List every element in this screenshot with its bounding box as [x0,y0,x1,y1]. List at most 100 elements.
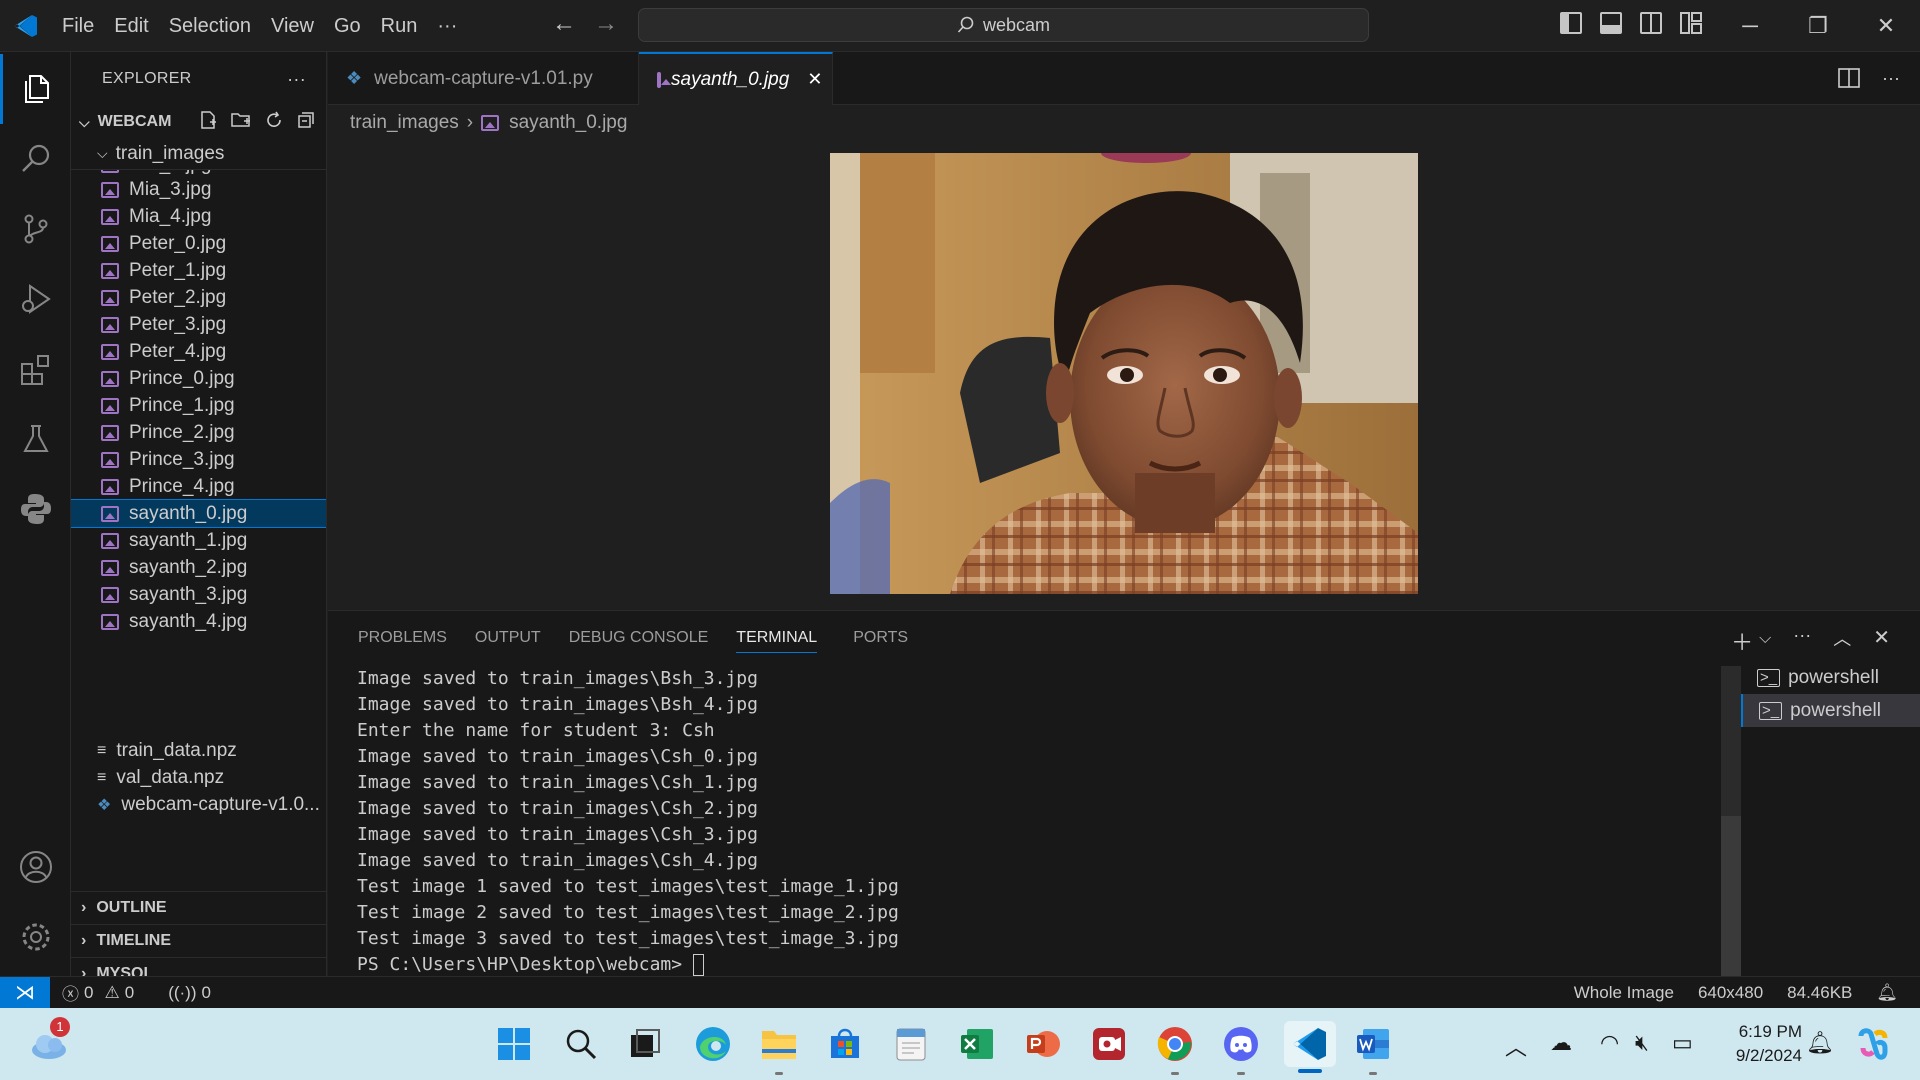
workspace-root[interactable]: ⌵ WEBCAM [71,106,326,138]
customize-layout-icon[interactable] [1680,12,1702,34]
testing-flask-icon[interactable] [0,404,71,474]
terminal-dropdown-chevron-icon[interactable]: ⌵ [1759,625,1771,657]
notification-bell-icon[interactable]: 🔔︎ [1806,1030,1834,1056]
menu-view[interactable]: View [261,8,324,44]
file-item[interactable]: Peter_1.jpg [71,257,326,284]
file-item[interactable]: Prince_2.jpg [71,419,326,446]
accounts-icon[interactable] [0,832,71,902]
toggle-panel-icon[interactable] [1600,12,1622,34]
tab-ports[interactable]: PORTS [853,611,927,665]
search-sidebar-icon[interactable] [0,124,71,194]
new-terminal-icon[interactable]: ＋ [1731,625,1753,657]
menu-go[interactable]: Go [324,8,371,44]
file-item[interactable]: Mia_3.jpg [71,176,326,203]
file-item[interactable]: Prince_0.jpg [71,365,326,392]
file-item[interactable]: Prince_4.jpg [71,473,326,500]
new-file-icon[interactable] [198,110,218,135]
ports-status[interactable]: ((·)) 0 [156,983,223,1003]
close-window-icon[interactable]: ✕ [1852,0,1920,52]
edge-browser-icon[interactable] [690,1021,736,1067]
root-file-item[interactable]: ❖ webcam-capture-v1.0... [71,791,326,818]
excel-icon[interactable] [954,1021,1000,1067]
restore-icon[interactable]: ❐ [1784,0,1852,52]
start-windows-icon[interactable] [491,1021,537,1067]
remote-indicator-icon[interactable]: ⋊ [0,976,50,1009]
refresh-icon[interactable] [264,110,284,135]
file-item[interactable]: sayanth_4.jpg [71,608,326,635]
tab-sayanth-0[interactable]: sayanth_0.jpg ✕ [639,52,833,105]
task-view-icon[interactable] [622,1021,668,1067]
command-center-search[interactable]: webcam [638,8,1369,42]
file-item[interactable]: Peter_0.jpg [71,230,326,257]
terminal-instance-2[interactable]: >_ powershell [1741,694,1920,727]
microsoft-store-icon[interactable] [822,1021,868,1067]
collapse-all-icon[interactable] [296,110,316,135]
wifi-icon[interactable]: ◠ [1600,1030,1619,1056]
menu-run[interactable]: Run [371,8,428,44]
source-control-icon[interactable] [0,194,71,264]
tab-terminal[interactable]: TERMINAL [736,611,853,665]
screen-recorder-icon[interactable] [1086,1021,1132,1067]
file-item[interactable]: Peter_3.jpg [71,311,326,338]
battery-icon[interactable]: ▭ [1672,1030,1693,1056]
file-explorer-icon[interactable] [756,1021,802,1075]
tab-output[interactable]: OUTPUT [475,611,569,665]
file-item[interactable]: sayanth_2.jpg [71,554,326,581]
terminal-instance-1[interactable]: >_ powershell [1741,661,1920,694]
file-item[interactable]: sayanth_0.jpg [71,499,326,528]
notifications-bell-icon[interactable]: 🔔︎ [1864,983,1920,1003]
file-item[interactable]: Mia_4.jpg [71,203,326,230]
taskbar-search-icon[interactable] [558,1021,604,1067]
copilot-icon[interactable] [1850,1021,1896,1067]
back-arrow-icon[interactable]: ← [552,10,576,38]
file-item[interactable]: Prince_3.jpg [71,446,326,473]
extensions-icon[interactable] [0,334,71,404]
toggle-secondary-sidebar-icon[interactable] [1640,12,1662,34]
notepad-app-icon[interactable] [888,1021,934,1067]
more-actions-icon[interactable]: ··· [1882,68,1900,93]
problems-status[interactable]: ⓧ 0 ⚠ 0 [50,980,146,1005]
zoom-mode-status[interactable]: Whole Image [1562,983,1686,1003]
show-hidden-icons-icon[interactable]: ︿ [1505,1030,1527,1062]
menu-file[interactable]: File [52,8,104,44]
terminal-output[interactable]: Image saved to train_images\Bsh_3.jpg Ima… [357,666,899,978]
menu-more[interactable]: ··· [427,8,467,44]
python-icon[interactable] [0,474,71,544]
forward-arrow-icon[interactable]: → [594,10,618,38]
minimize-icon[interactable]: ─ [1716,0,1784,52]
vscode-taskbar-icon[interactable] [1284,1021,1336,1073]
explorer-icon[interactable] [0,54,71,124]
word-icon[interactable] [1350,1021,1396,1075]
explorer-more-button[interactable]: ··· [287,69,306,90]
breadcrumb-folder[interactable]: train_images [350,112,459,134]
discord-icon[interactable] [1218,1021,1264,1075]
section-timeline[interactable]: › TIMELINE [71,924,326,957]
weather-widget-icon[interactable]: 1 [26,1017,72,1067]
volume-muted-icon[interactable]: 🔇︎ [1635,1030,1649,1056]
toggle-primary-sidebar-icon[interactable] [1560,12,1582,34]
run-debug-icon[interactable] [0,264,71,334]
tab-close-icon[interactable]: ✕ [807,69,822,90]
split-editor-icon[interactable] [1838,68,1860,93]
breadcrumb-file[interactable]: sayanth_0.jpg [509,112,627,134]
panel-more-icon[interactable]: ··· [1793,625,1811,657]
tab-webcam-capture[interactable]: ❖ webcam-capture-v1.01.py [328,52,639,105]
chrome-icon[interactable] [1152,1021,1198,1075]
terminal-scrollbar[interactable] [1721,666,1741,976]
system-clock[interactable]: 6:19 PM 9/2/2024 [1736,1020,1802,1068]
section-mysql[interactable]: › MYSQL [71,957,326,976]
file-item[interactable]: sayanth_1.jpg [71,527,326,554]
section-outline[interactable]: › OUTLINE [71,891,326,924]
maximize-panel-icon[interactable]: ︿ [1833,625,1851,657]
folder-train-images[interactable]: ⌵ train_images [71,138,326,170]
file-item[interactable]: Peter_2.jpg [71,284,326,311]
onedrive-cloud-icon[interactable]: ☁ [1550,1030,1572,1056]
close-panel-icon[interactable]: ✕ [1873,625,1890,657]
new-folder-icon[interactable] [230,110,252,135]
file-item[interactable]: Peter_4.jpg [71,338,326,365]
file-item[interactable]: Prince_1.jpg [71,392,326,419]
file-item[interactable]: sayanth_3.jpg [71,581,326,608]
root-file-item[interactable]: ≡ val_data.npz [71,764,326,791]
manage-gear-icon[interactable] [0,902,71,972]
tab-debug-console[interactable]: DEBUG CONSOLE [569,611,737,665]
